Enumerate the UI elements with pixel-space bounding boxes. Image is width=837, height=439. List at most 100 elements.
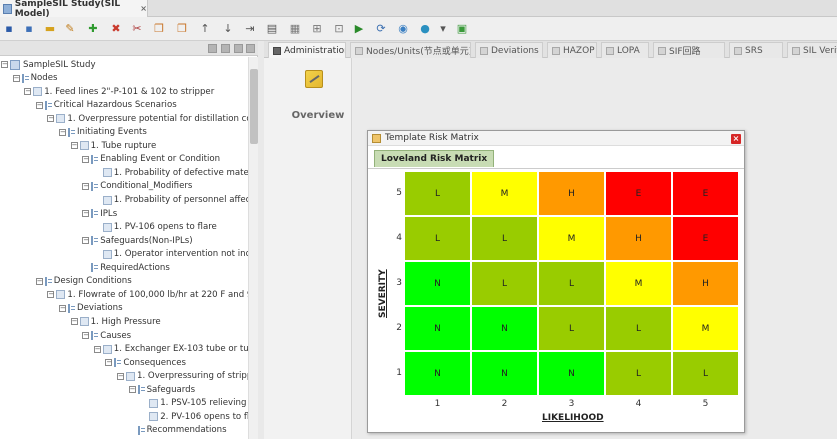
tree-row[interactable]: − 1. Overpressuring of strippe — [117, 370, 248, 383]
move-up-icon[interactable]: ↑ — [198, 22, 212, 36]
tree-expander-icon[interactable]: − — [59, 304, 66, 312]
tree-row[interactable]: 1. Operator intervention not indep — [94, 248, 248, 261]
indent-icon[interactable]: ⇥ — [243, 22, 257, 36]
tree-row[interactable]: − IPLs — [82, 207, 117, 220]
tree-row[interactable]: − Nodes — [12, 72, 58, 85]
risk-cell[interactable]: N — [471, 351, 538, 396]
tree-row[interactable]: 1. Probability of personnel affecte — [94, 194, 248, 207]
risk-cell[interactable]: E — [672, 216, 739, 261]
tree-icon[interactable]: ⊞ — [310, 22, 324, 36]
help-icon[interactable]: ● — [418, 22, 432, 36]
risk-cell[interactable]: N — [404, 261, 471, 306]
risk-cell[interactable]: N — [404, 306, 471, 351]
delete-icon[interactable]: ✖ — [109, 22, 123, 36]
tree-row[interactable]: 1. PSV-105 relieving t — [140, 397, 248, 410]
risk-cell[interactable]: L — [672, 351, 739, 396]
tree-expander-icon[interactable]: − — [12, 74, 20, 82]
export-icon[interactable]: ▣ — [455, 22, 469, 36]
document-tab[interactable]: SampleSIL Study(SIL Model) × — [0, 0, 148, 19]
risk-cell[interactable]: E — [672, 171, 739, 216]
tree-expander-icon[interactable]: − — [59, 128, 66, 136]
save-icon[interactable]: ▪ — [2, 22, 16, 36]
tab-administration[interactable]: Administration — [268, 42, 346, 58]
risk-cell[interactable]: L — [538, 306, 605, 351]
close-tab-icon[interactable]: × — [140, 4, 147, 13]
tree-expander-icon[interactable]: − — [82, 210, 90, 218]
tab-hazop[interactable]: HAZOP — [547, 42, 597, 58]
tree-expander-icon[interactable]: − — [47, 291, 55, 299]
tree-expander-icon[interactable]: − — [82, 182, 90, 190]
tree-row[interactable]: − 1. Tube rupture — [70, 139, 156, 152]
tree-scrollbar[interactable] — [248, 57, 258, 439]
risk-cell[interactable]: N — [471, 306, 538, 351]
risk-cell[interactable]: N — [538, 351, 605, 396]
tree-expander-icon[interactable]: − — [117, 372, 124, 380]
run-icon[interactable]: ▶ — [352, 22, 366, 36]
tree-expander-icon[interactable]: − — [70, 318, 78, 326]
tree-row[interactable]: − Enabling Event or Condition — [82, 153, 220, 166]
node-icon[interactable]: ⊡ — [332, 22, 346, 36]
tab-sil-verification[interactable]: SIL Verification — [787, 42, 837, 58]
risk-cell[interactable]: M — [605, 261, 672, 306]
dropdown-icon[interactable]: ▾ — [436, 22, 450, 36]
close-dialog-icon[interactable]: × — [731, 134, 741, 144]
overview-edit-icon[interactable] — [305, 70, 323, 88]
tree-row[interactable]: RequiredActions — [82, 261, 170, 274]
tree-expander-icon[interactable]: − — [1, 61, 8, 68]
edit-icon[interactable]: ✎ — [63, 22, 77, 36]
tree-row[interactable]: − Conditional_Modifiers — [82, 180, 192, 193]
tree-row[interactable]: − 1. High Pressure — [70, 315, 161, 328]
risk-cell[interactable]: L — [471, 261, 538, 306]
tree-expander-icon[interactable]: − — [35, 277, 43, 285]
tree-expander-icon[interactable]: − — [128, 386, 136, 394]
move-down-icon[interactable]: ↓ — [221, 22, 235, 36]
risk-cell[interactable]: L — [538, 261, 605, 306]
risk-cell[interactable]: H — [538, 171, 605, 216]
risk-cell[interactable]: H — [672, 261, 739, 306]
refresh-icon[interactable]: ⟳ — [374, 22, 388, 36]
list-icon[interactable]: ▤ — [265, 22, 279, 36]
risk-cell[interactable]: L — [404, 216, 471, 261]
expand-all-icon[interactable] — [208, 44, 217, 53]
dialog-title-bar[interactable]: Template Risk Matrix — [368, 131, 744, 146]
tree-row[interactable]: − 1. Feed lines 2"-P-101 & 102 to strippe… — [24, 85, 214, 98]
tree-expander-icon[interactable]: − — [93, 345, 101, 353]
tree-row[interactable]: 2. PV-106 opens to fla — [140, 410, 248, 423]
risk-cell[interactable]: N — [404, 351, 471, 396]
risk-cell[interactable]: M — [672, 306, 739, 351]
risk-cell[interactable]: E — [605, 171, 672, 216]
tree-expander-icon[interactable]: − — [82, 237, 90, 245]
tree-row[interactable]: − 1. Exchanger EX-103 tube or tube — [93, 343, 248, 356]
tree-row[interactable]: − Safeguards — [128, 383, 195, 396]
maximize-icon[interactable] — [246, 44, 255, 53]
tree-expander-icon[interactable]: − — [47, 115, 55, 123]
tree-row[interactable]: − 1. Overpressure potential for distillat… — [47, 112, 248, 125]
add-icon[interactable]: ✚ — [86, 22, 100, 36]
tree-row[interactable]: − Critical Hazardous Scenarios — [35, 99, 177, 112]
cut-icon[interactable]: ✂ — [130, 22, 144, 36]
grid-icon[interactable]: ▦ — [288, 22, 302, 36]
copy-icon[interactable]: ❐ — [152, 22, 166, 36]
tab-sif[interactable]: SIF回路 — [653, 42, 725, 58]
tree-expander-icon[interactable]: − — [35, 101, 43, 109]
tree-row[interactable]: − Deviations — [59, 302, 123, 315]
paste-icon[interactable]: ❐ — [175, 22, 189, 36]
tree-row[interactable]: − 1. Flowrate of 100,000 lb/hr at 220 F a… — [47, 288, 248, 301]
tree-expander-icon[interactable]: − — [24, 88, 32, 96]
tree-row[interactable]: − Causes — [82, 329, 131, 342]
tree-expander-icon[interactable]: − — [82, 332, 90, 339]
tree-row[interactable]: − SampleSIL Study — [1, 58, 96, 71]
tree-row[interactable]: − Safeguards(Non-IPLs) — [82, 234, 193, 247]
folder-icon[interactable]: ▬ — [43, 22, 57, 36]
risk-cell[interactable]: L — [404, 171, 471, 216]
tab-nodes-units[interactable]: Nodes/Units(节点或单元) — [350, 42, 471, 58]
collapse-all-icon[interactable] — [221, 44, 230, 53]
tree-expander-icon[interactable]: − — [70, 142, 78, 150]
sync-icon[interactable]: ◉ — [396, 22, 410, 36]
tab-loveland-risk-matrix[interactable]: Loveland Risk Matrix — [374, 150, 495, 167]
tree-expander-icon[interactable]: − — [105, 359, 113, 367]
tree-row[interactable]: 1. Probability of defective material — [94, 166, 248, 179]
tab-lopa[interactable]: LOPA — [601, 42, 649, 58]
tree-row[interactable]: 1. PV-106 opens to flare — [94, 221, 217, 234]
tree-scrollbar-thumb[interactable] — [250, 69, 258, 144]
